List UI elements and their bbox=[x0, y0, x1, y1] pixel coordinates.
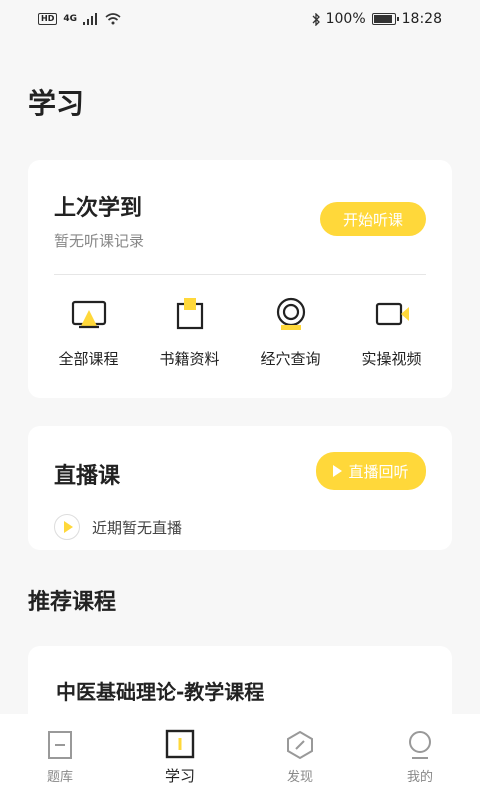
live-empty-text: 近期暂无直播 bbox=[92, 518, 183, 537]
feature-books[interactable]: 书籍资料 bbox=[145, 296, 235, 369]
hd-icon: HD bbox=[38, 13, 58, 25]
feature-label: 书籍资料 bbox=[159, 350, 220, 368]
nav-profile[interactable]: 我的 bbox=[370, 730, 470, 785]
network-label: 4G bbox=[63, 14, 77, 24]
discover-icon bbox=[287, 730, 313, 759]
recommended-section-title: 推荐课程 bbox=[28, 590, 117, 615]
book-icon bbox=[176, 298, 203, 330]
start-listening-button[interactable]: 开始听课 bbox=[320, 202, 426, 236]
profile-icon bbox=[409, 730, 431, 759]
search-target-icon bbox=[276, 297, 305, 330]
recent-title: 上次学到 bbox=[54, 196, 143, 221]
bottom-nav: 题库 学习 发现 我的 bbox=[0, 714, 480, 800]
signal-icon bbox=[83, 13, 97, 25]
battery-icon bbox=[371, 13, 399, 25]
nav-study[interactable]: 学习 bbox=[130, 729, 230, 786]
monitor-icon bbox=[71, 300, 106, 329]
battery-percent: 100% bbox=[325, 11, 366, 27]
live-class-card: 直播课 直播回听 近期暂无直播 bbox=[28, 426, 452, 550]
feature-label: 经穴查询 bbox=[260, 350, 321, 368]
bluetooth-icon bbox=[312, 12, 320, 26]
nav-label: 题库 bbox=[46, 769, 73, 785]
wifi-icon bbox=[105, 13, 121, 25]
start-listening-label: 开始听课 bbox=[342, 210, 403, 229]
nav-discover[interactable]: 发现 bbox=[250, 730, 350, 785]
nav-label: 我的 bbox=[406, 769, 433, 785]
live-replay-label: 直播回听 bbox=[348, 462, 409, 481]
course-title: 中医基础理论-教学课程 bbox=[56, 680, 265, 704]
feature-label: 全部课程 bbox=[58, 350, 119, 368]
feature-label: 实操视频 bbox=[361, 350, 422, 368]
page-title: 学习 bbox=[28, 87, 85, 120]
nav-label: 发现 bbox=[286, 769, 313, 785]
nav-question-bank[interactable]: 题库 bbox=[10, 730, 110, 785]
live-replay-button[interactable]: 直播回听 bbox=[316, 452, 426, 490]
study-icon bbox=[165, 729, 195, 758]
divider bbox=[54, 274, 426, 275]
question-bank-icon bbox=[48, 730, 72, 759]
feature-row: 全部课程 书籍资料 经穴查询 实操视频 bbox=[28, 296, 452, 369]
feature-all-courses[interactable]: 全部课程 bbox=[44, 296, 134, 369]
play-circle-icon bbox=[54, 514, 80, 540]
status-right: 100% 18:28 bbox=[312, 11, 442, 27]
play-icon bbox=[333, 465, 343, 477]
live-title: 直播课 bbox=[54, 464, 121, 489]
status-bar: HD 4G 100% 18:28 bbox=[0, 0, 480, 38]
recent-subtitle: 暂无听课记录 bbox=[54, 232, 145, 250]
feature-practice-video[interactable]: 实操视频 bbox=[347, 296, 437, 369]
clock: 18:28 bbox=[401, 11, 442, 27]
live-empty-row: 近期暂无直播 bbox=[54, 514, 182, 540]
video-camera-icon bbox=[375, 302, 409, 326]
recent-study-card: 上次学到 暂无听课记录 开始听课 全部课程 书籍资料 经穴查询 实操视频 bbox=[28, 160, 452, 398]
status-left: HD 4G bbox=[38, 13, 121, 25]
feature-acupoint-search[interactable]: 经穴查询 bbox=[246, 296, 336, 369]
nav-label: 学习 bbox=[164, 766, 195, 785]
